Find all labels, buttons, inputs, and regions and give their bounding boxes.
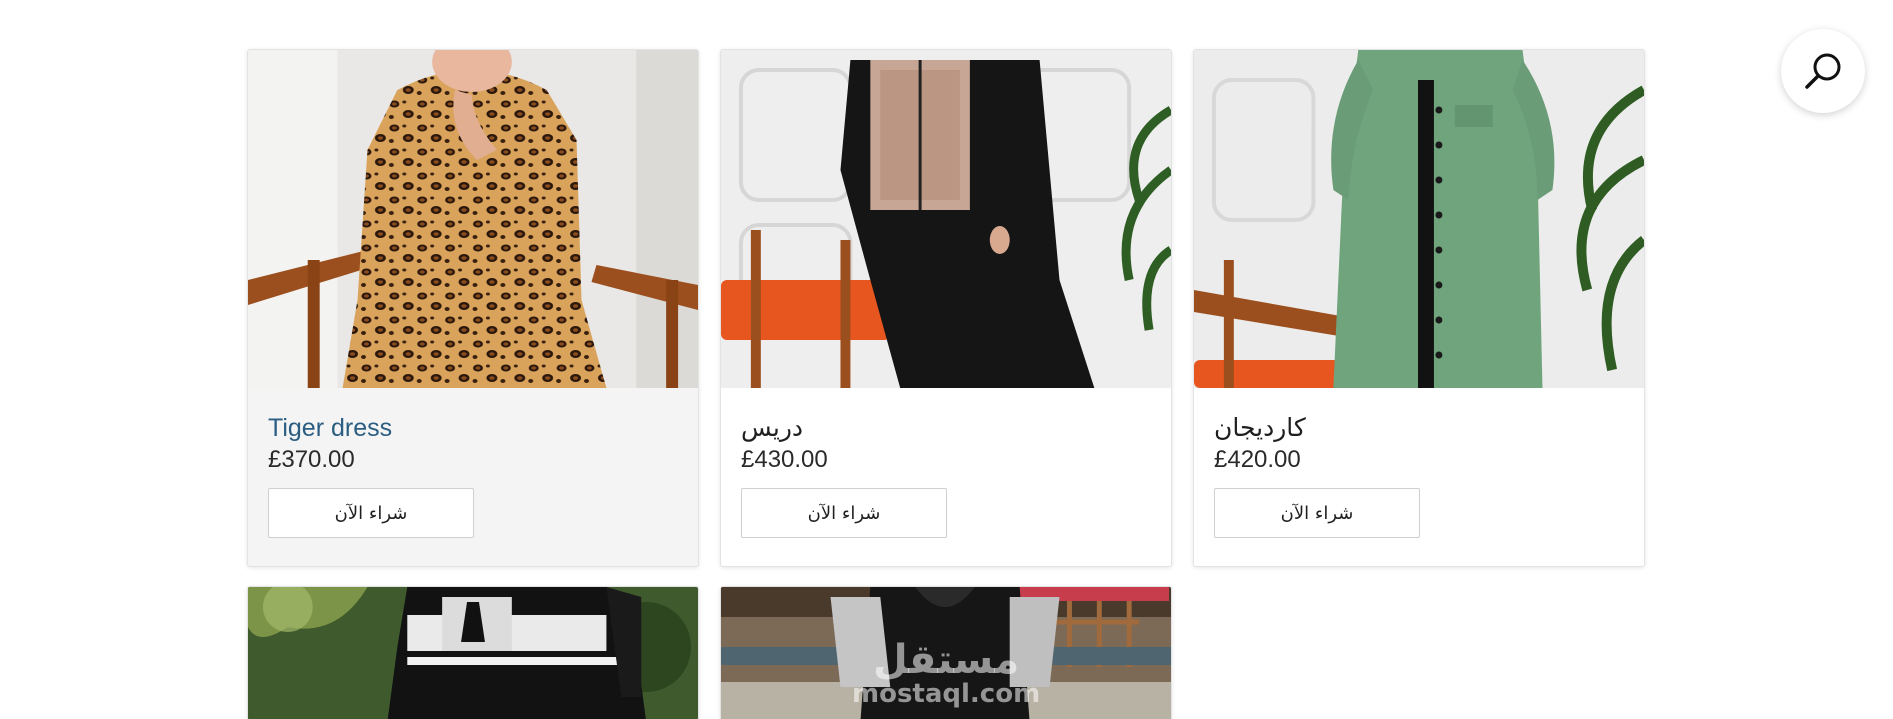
product-grid-page: Tiger dress £370.00 شراء الآن دريس £430.… [0,0,1893,719]
product-card[interactable]: دريس £430.00 شراء الآن [720,49,1172,567]
product-card[interactable]: Tiger dress £370.00 شراء الآن [247,49,699,567]
buy-now-button[interactable]: شراء الآن [741,488,947,538]
buy-now-button[interactable]: شراء الآن [268,488,474,538]
product-price: £370.00 [268,446,355,473]
product-image[interactable] [721,50,1171,388]
product-card[interactable] [247,586,699,719]
product-card[interactable] [720,586,1172,719]
product-price: £430.00 [741,446,828,473]
search-icon [1805,53,1841,89]
product-title-link[interactable]: كارديجان [1214,412,1624,444]
product-image[interactable] [248,50,698,388]
product-image[interactable] [721,587,1171,719]
product-info: كارديجان £420.00 شراء الآن [1194,388,1644,566]
product-title-link[interactable]: دريس [741,412,1151,444]
product-title-link[interactable]: Tiger dress [268,412,678,444]
product-info: دريس £430.00 شراء الآن [721,388,1171,566]
buy-now-button[interactable]: شراء الآن [1214,488,1420,538]
product-price: £420.00 [1214,446,1301,473]
product-info: Tiger dress £370.00 شراء الآن [248,388,698,566]
search-button[interactable] [1781,29,1865,113]
product-image[interactable] [1194,50,1644,388]
product-card[interactable]: كارديجان £420.00 شراء الآن [1193,49,1645,567]
product-image[interactable] [248,587,698,719]
